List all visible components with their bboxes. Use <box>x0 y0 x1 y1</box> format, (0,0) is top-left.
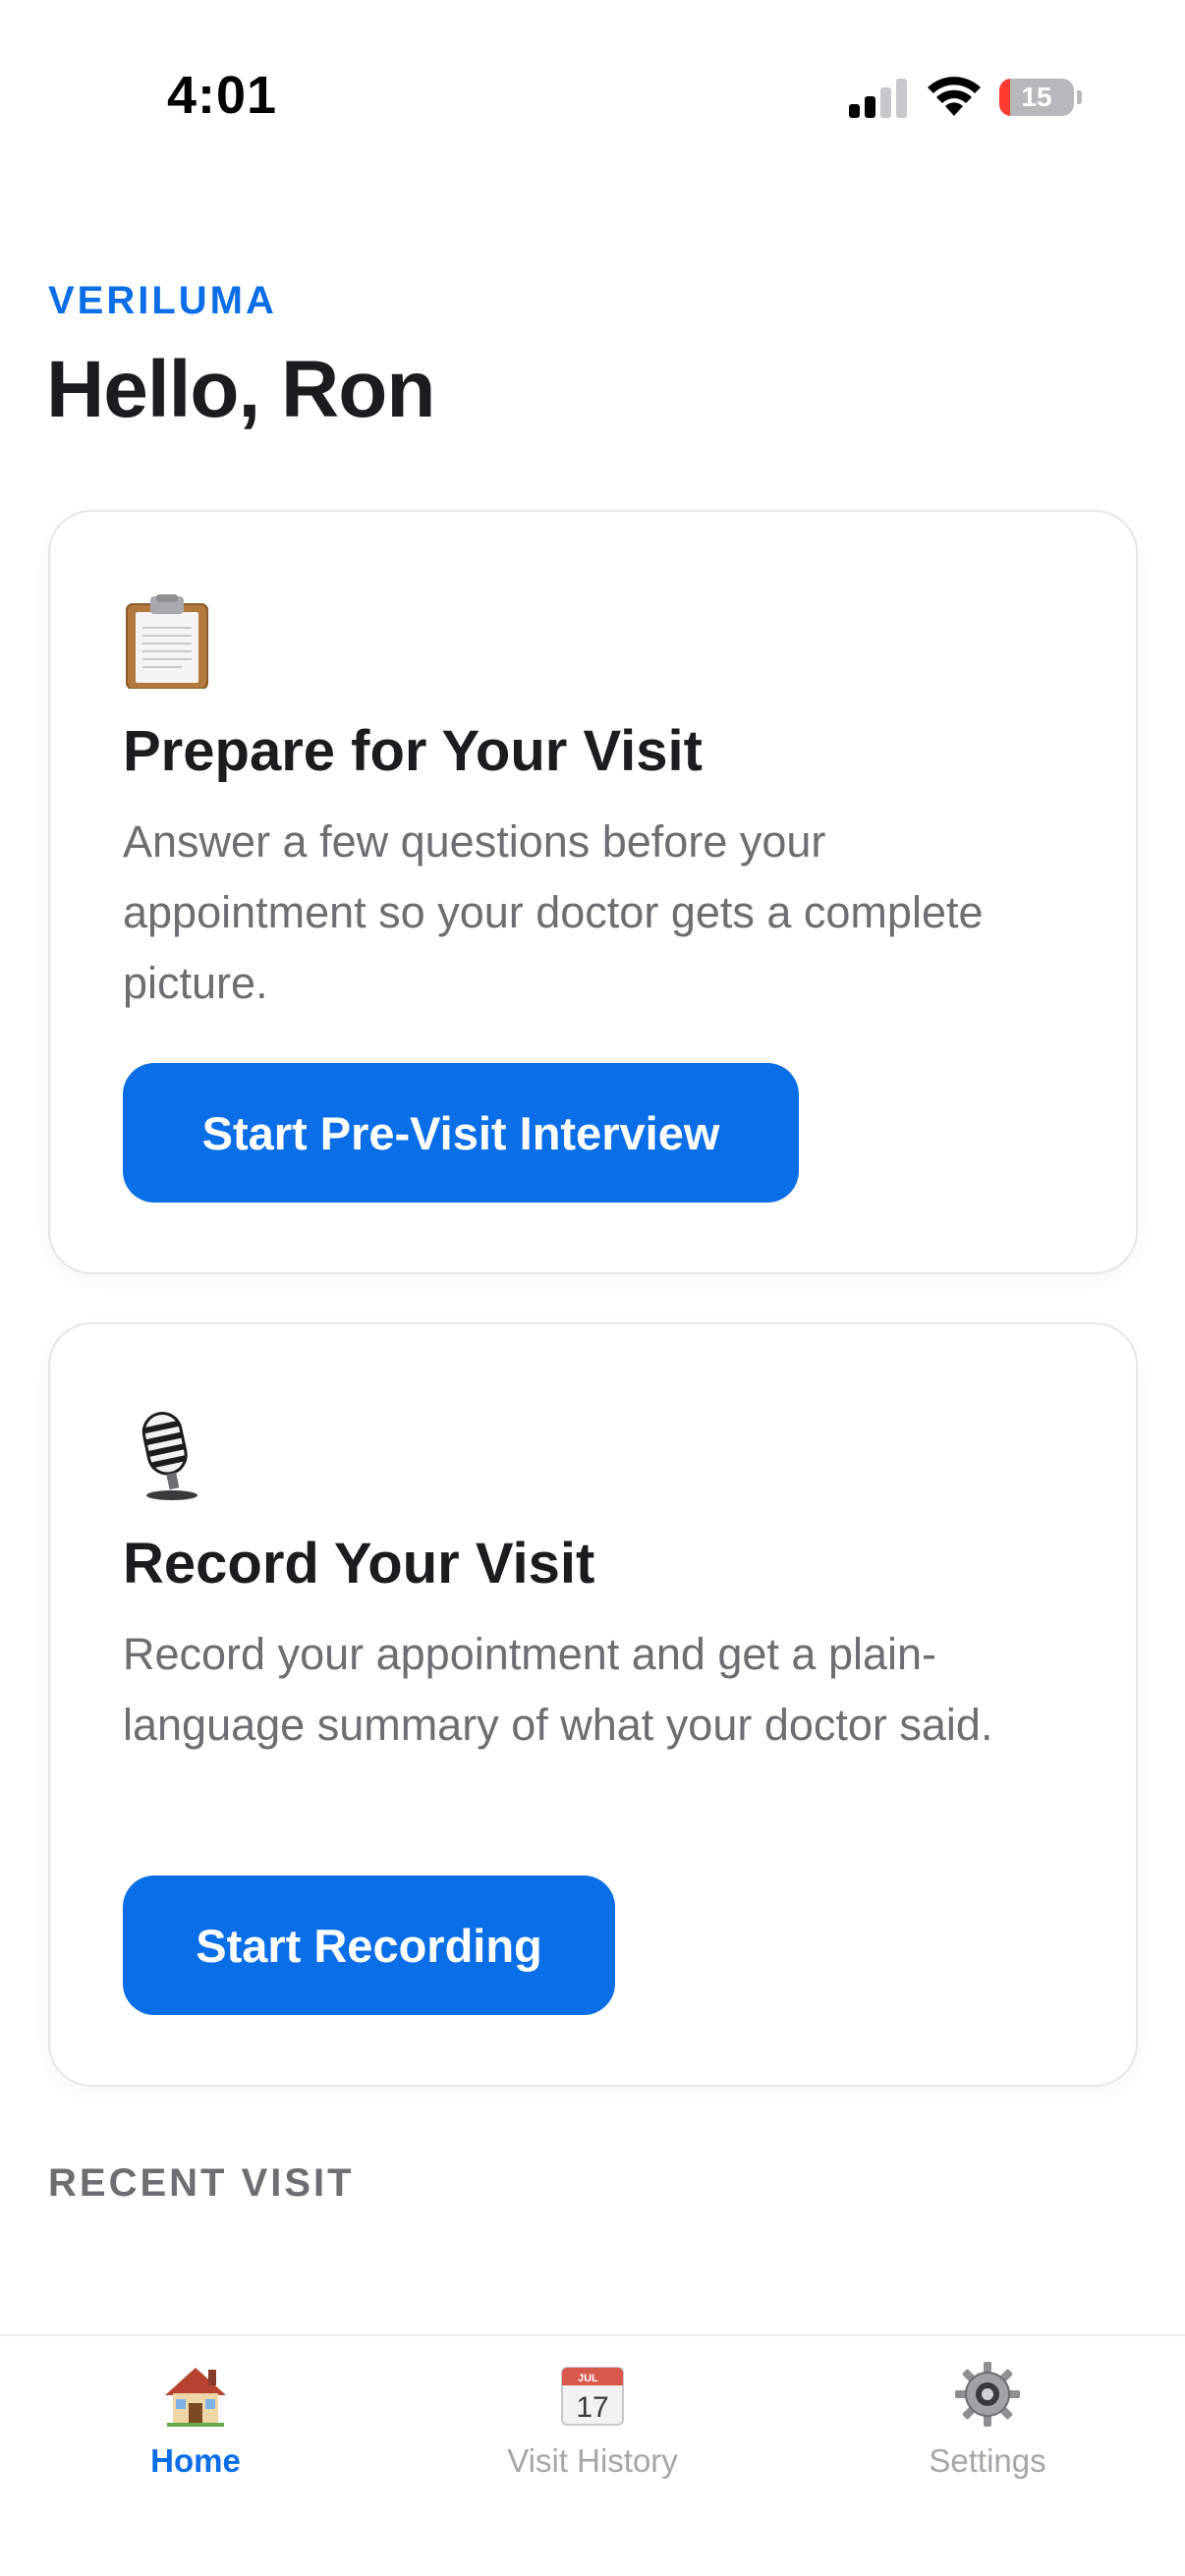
status-time: 4:01 <box>167 66 278 125</box>
card-title: Record Your Visit <box>123 1532 595 1596</box>
tab-label: Settings <box>929 2442 1046 2479</box>
status-bar: 4:01 15 <box>0 0 1185 187</box>
battery-body: 15 <box>999 79 1074 116</box>
card-description: Answer a few questions before your appoi… <box>123 816 984 1008</box>
tab-label: Home <box>150 2442 241 2479</box>
calendar-month: JUL <box>578 2373 598 2384</box>
record-visit-card: Record Your Visit Record your appointmen… <box>48 1322 1138 2087</box>
start-pre-visit-interview-button[interactable]: Start Pre-Visit Interview <box>123 1063 799 1203</box>
start-recording-button[interactable]: Start Recording <box>123 1876 615 2015</box>
tab-label: Visit History <box>507 2442 678 2479</box>
battery-level: 15 <box>1021 82 1052 112</box>
card-title: Prepare for Your Visit <box>123 719 703 783</box>
tab-bar: Home JUL 17 Visit History Settings <box>0 2334 1185 2576</box>
calendar-day: 17 <box>576 2391 608 2424</box>
tab-visit-history[interactable]: JUL 17 Visit History <box>395 2360 790 2507</box>
gear-icon <box>955 2362 1020 2427</box>
card-description: Record your appointment and get a plain-… <box>123 1629 993 1750</box>
tab-settings[interactable]: Settings <box>790 2360 1185 2507</box>
tab-home[interactable]: Home <box>0 2360 393 2507</box>
brand-name: VERILUMA <box>48 279 277 322</box>
page-title: Hello, Ron <box>46 345 435 434</box>
prepare-visit-card: Prepare for Your Visit Answer a few ques… <box>48 510 1138 1274</box>
recent-visit-heading: RECENT VISIT <box>48 2161 355 2205</box>
calendar-icon: JUL 17 <box>561 2367 624 2426</box>
house-icon <box>165 2368 226 2427</box>
wifi-icon <box>928 77 981 116</box>
home-screen: 4:01 15 VERILUMA Hello, Ron Prepare for … <box>0 0 1185 2576</box>
battery-cap <box>1077 90 1082 104</box>
cellular-signal-icon <box>849 79 907 118</box>
clipboard-icon <box>126 594 208 689</box>
microphone-icon <box>141 1412 198 1500</box>
battery-indicator: 15 <box>999 79 1082 116</box>
